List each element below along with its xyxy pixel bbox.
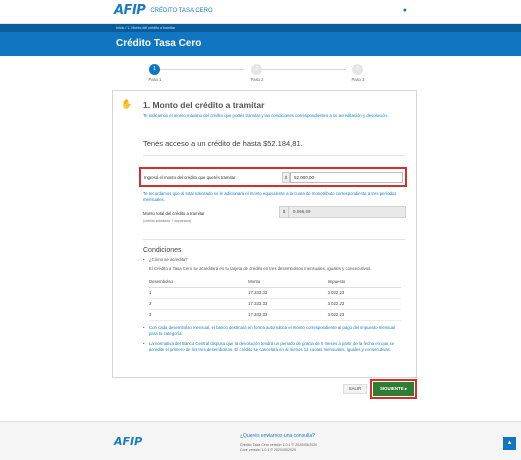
table-cell: 3.022,23 (327, 298, 401, 310)
total-currency-prefix: $ (280, 207, 289, 217)
app-version: Crédito Tasa Cero versión 1.0.1 © 2020/0… (240, 443, 318, 447)
bullet: • (143, 325, 145, 330)
amount-row-highlight: Ingresá el monto del crédito que querés … (139, 167, 407, 187)
total-sublabel: (crédito solicitado + impuestos) (143, 219, 192, 223)
page-title: Crédito Tasa Cero (116, 38, 202, 49)
bullet: • (143, 257, 145, 262)
condition-question: ¿Cómo se acredita? (149, 257, 188, 262)
access-amount-text: Tenés acceso a un crédito de hasta $52.1… (143, 139, 303, 148)
section-title: 1. Monto del crédito a tramitar (143, 100, 265, 110)
footer: AFIP ¿Querés enviarnos una consulta? Cré… (0, 421, 521, 460)
chevron-up-icon[interactable]: ▲ (503, 437, 516, 450)
table-cell: 2 (149, 298, 249, 310)
step-line (262, 69, 346, 70)
user-icon[interactable]: ● (403, 7, 407, 14)
table-cell: 3.022,23 (327, 287, 401, 299)
table-cell: 1 (149, 287, 249, 299)
divider (143, 155, 405, 156)
step-1-label: Paso 1 (148, 77, 162, 82)
step-3-label: Paso 3 (351, 77, 365, 82)
monotributo-note: Te recordamos que al total solicitado se… (143, 191, 397, 202)
top-header: AFIP CRÉDITO TASA CERO ● (0, 0, 521, 24)
afip-logo[interactable]: AFIP (114, 3, 146, 18)
table-cell: 3.022,23 (327, 309, 401, 321)
table-header: Monto (248, 276, 328, 288)
bullet: • (143, 341, 145, 346)
total-amount-field: $ 9.066,69 (279, 206, 406, 218)
conditions-title: Condiciones (143, 247, 182, 254)
next-button[interactable]: SIGUIENTE ▸ (373, 382, 414, 396)
brand[interactable]: AFIP CRÉDITO TASA CERO (114, 3, 213, 18)
table-header: Desembolso (149, 276, 249, 288)
breadcrumb[interactable]: Inicio / 1. Monto del crédito a tramitar (116, 24, 175, 32)
contact-link[interactable]: ¿Querés enviarnos una consulta? (240, 433, 315, 439)
condition-tax-note: Con cada desembolso mensual, el banco de… (149, 325, 396, 336)
step-1-circle: 1 (149, 64, 160, 75)
step-line (160, 69, 244, 70)
form-card: ✋ 1. Monto del crédito a tramitar Te ind… (112, 90, 417, 378)
divider (143, 239, 405, 240)
breadcrumb-bar: Inicio / 1. Monto del crédito a tramitar (0, 24, 521, 32)
condition-answer: El Crédito a Tasa Cero se acreditará en … (149, 266, 372, 271)
table-header: Impuesto (327, 276, 401, 288)
footer-afip-logo[interactable]: AFIP (114, 435, 142, 448)
app-title: CRÉDITO TASA CERO (150, 7, 213, 14)
title-bar: Crédito Tasa Cero (0, 32, 521, 56)
step-2-circle: 2 (251, 64, 262, 75)
table-row: 1 17.333,33 3.022,23 (149, 287, 401, 299)
amount-currency-prefix: $ (282, 172, 290, 183)
table-cell: 17.333,33 (248, 298, 328, 310)
step-2-label: Paso 2 (250, 77, 264, 82)
disbursement-table: Desembolso Monto Impuesto 1 17.333,33 3.… (149, 276, 401, 321)
step-3-circle: 3 (352, 64, 363, 75)
exit-button[interactable]: SALIR (343, 384, 367, 394)
core-version: Core versión 1.0.1 © 2020/05/2020 (240, 448, 296, 452)
table-cell: 17.333,33 (248, 309, 328, 321)
table-row: 2 17.333,33 3.022,23 (149, 298, 401, 310)
table-row: 3 17.333,33 3.022,23 (149, 309, 401, 321)
section-description: Te indicamos el monto máximo del crédito… (143, 113, 389, 118)
table-cell: 17.333,33 (248, 287, 328, 299)
stepper: 1 Paso 1 2 Paso 2 3 Paso 3 (0, 60, 521, 86)
amount-input[interactable]: 52.000,00 (290, 172, 403, 183)
total-label: Monto total del crédito a tramitar (143, 211, 205, 216)
total-amount-value: 9.066,69 (293, 209, 311, 214)
condition-repayment-note: La normativa del Banco Central dispuso q… (149, 341, 395, 352)
table-cell: 3 (149, 309, 249, 321)
handshake-icon: ✋ (121, 99, 133, 109)
amount-label: Ingresá el monto del crédito que querés … (144, 175, 236, 180)
